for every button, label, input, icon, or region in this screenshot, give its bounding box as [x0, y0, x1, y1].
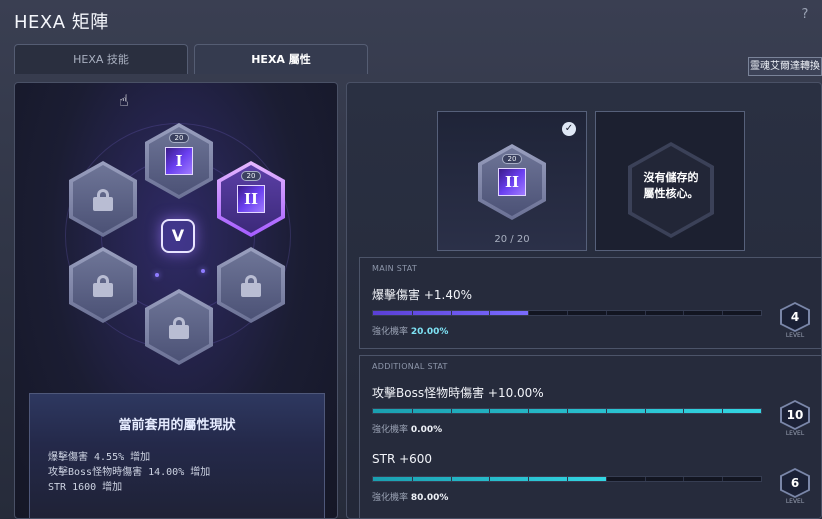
progress-tick: [450, 311, 452, 315]
locked-slot-bottom[interactable]: [145, 289, 213, 365]
hexa-matrix-window: HEXA 矩陣 ? HEXA 技能 HEXA 屬性 靈魂艾爾達轉換 ☝ 20 I…: [0, 0, 822, 519]
locked-slot-upper-left[interactable]: [69, 161, 137, 237]
soul-erda-convert-button[interactable]: 靈魂艾爾達轉換: [748, 57, 822, 76]
progress-tick: [683, 409, 685, 413]
progress-tick: [644, 477, 646, 481]
tab-hexa-stat[interactable]: HEXA 屬性: [194, 44, 368, 74]
progress-tick: [605, 477, 607, 481]
progress-tick: [489, 477, 491, 481]
progress-tick: [528, 311, 530, 315]
rate-label: 強化機率: [372, 327, 409, 337]
lock-icon: [169, 317, 189, 339]
level-badge: 6 LEVEL: [780, 468, 810, 505]
current-stat-summary: 當前套用的屬性現狀 爆擊傷害 4.55% 增加 攻擊Boss怪物時傷害 14.0…: [29, 393, 325, 518]
summary-title: 當前套用的屬性現狀: [118, 418, 236, 433]
tab-hexa-skill[interactable]: HEXA 技能: [14, 44, 188, 74]
rate-value: 0.00%: [410, 425, 443, 435]
summary-lines: 爆擊傷害 4.55% 增加 攻擊Boss怪物時傷害 14.00% 增加 STR …: [48, 450, 210, 495]
progress-tick: [489, 409, 491, 413]
progress-tick: [411, 409, 413, 413]
enhance-rate: 強化機率 20.00%: [372, 324, 448, 337]
enhance-rate: 強化機率 80.00%: [372, 490, 448, 503]
saved-core-card[interactable]: 沒有儲存的 屬性核心。: [595, 111, 745, 251]
rate-label: 強化機率: [372, 493, 409, 503]
progress-tick: [489, 311, 491, 315]
core-icon: I: [165, 147, 193, 175]
rate-value: 80.00%: [410, 493, 449, 503]
progress-tick: [644, 409, 646, 413]
level-word: LEVEL: [785, 498, 805, 505]
no-saved-core-text: 沒有儲存的 屬性核心。: [632, 170, 710, 202]
hexa-core-board: ☝ 20 I 20 II V 當前套用的屬性現狀 爆擊傷害 4.55% 增加 攻…: [14, 82, 338, 519]
empty-text-line: 屬性核心。: [643, 187, 699, 200]
progress-tick: [450, 409, 452, 413]
core-level-badge: 20: [502, 154, 522, 164]
progress-tick: [605, 311, 607, 315]
v-emblem-icon: V: [161, 219, 195, 253]
core-icon: II: [498, 168, 526, 196]
window-title: HEXA 矩陣: [14, 12, 109, 33]
summary-line: 攻擊Boss怪物時傷害 14.00% 增加: [48, 467, 211, 478]
core-count: 20 / 20: [494, 234, 530, 245]
stat-name: 爆擊傷害 +1.40%: [372, 288, 472, 302]
progress-tick: [683, 311, 685, 315]
rate-value: 20.00%: [410, 327, 449, 337]
enhance-rate: 強化機率 0.00%: [372, 422, 442, 435]
progress-tick: [683, 477, 685, 481]
progress-tick: [722, 409, 724, 413]
progress-tick: [605, 409, 607, 413]
core-slot-1[interactable]: 20 I: [145, 123, 213, 199]
empty-text-line: 沒有儲存的: [643, 171, 699, 184]
level-badge: 10 LEVEL: [780, 400, 810, 437]
stat-progress-bar: [372, 310, 762, 316]
progress-tick: [722, 311, 724, 315]
progress-tick: [411, 311, 413, 315]
locked-slot-lower-right[interactable]: [217, 247, 285, 323]
level-word: LEVEL: [785, 430, 805, 437]
locked-slot-lower-left[interactable]: [69, 247, 137, 323]
progress-tick: [528, 477, 530, 481]
stat-progress-bar: [372, 408, 762, 414]
progress-tick: [567, 311, 568, 315]
progress-tick: [567, 409, 568, 413]
rate-label: 強化機率: [372, 425, 409, 435]
stat-progress-bar: [372, 476, 762, 482]
progress-tick: [411, 477, 413, 481]
main-stat-block: MAIN STAT 爆擊傷害 +1.40% 強化機率 20.00% 4 LEVE…: [359, 257, 821, 349]
lock-icon: [241, 275, 261, 297]
level-word: LEVEL: [785, 332, 805, 339]
core-level-badge: 20: [169, 133, 189, 143]
lock-icon: [93, 189, 113, 211]
lock-icon: [93, 275, 113, 297]
progress-tick: [644, 311, 646, 315]
additional-stat-block: ADDITIONAL STAT 攻擊Boss怪物時傷害 +10.00% 強化機率…: [359, 355, 821, 518]
section-label: ADDITIONAL STAT: [372, 362, 448, 371]
level-badge: 4 LEVEL: [780, 302, 810, 339]
core-icon: II: [237, 185, 265, 213]
progress-tick: [450, 477, 452, 481]
summary-line: 爆擊傷害 4.55% 增加: [48, 452, 151, 463]
core-level-badge: 20: [241, 171, 261, 181]
help-button[interactable]: ?: [798, 8, 812, 22]
progress-tick: [528, 409, 530, 413]
check-icon: ✓: [562, 122, 576, 136]
summary-line: STR 1600 增加: [48, 482, 123, 493]
spark-decoration: [155, 273, 159, 277]
equipped-core-card[interactable]: ✓ 20 II 20 / 20: [437, 111, 587, 251]
spark-decoration: [201, 269, 205, 273]
stat-name: STR +600: [372, 452, 433, 466]
equipped-core: 20 II: [478, 144, 546, 220]
stat-detail-panel: ✓ 20 II 20 / 20 沒有儲存的 屬性核心。 MAIN STAT 爆擊…: [346, 82, 822, 519]
progress-tick: [722, 477, 724, 481]
stat-name: 攻擊Boss怪物時傷害 +10.00%: [372, 386, 544, 400]
core-slot-2[interactable]: 20 II: [217, 161, 285, 237]
hand-cursor-icon: ☝: [119, 91, 129, 110]
section-label: MAIN STAT: [372, 264, 418, 273]
progress-tick: [567, 477, 568, 481]
